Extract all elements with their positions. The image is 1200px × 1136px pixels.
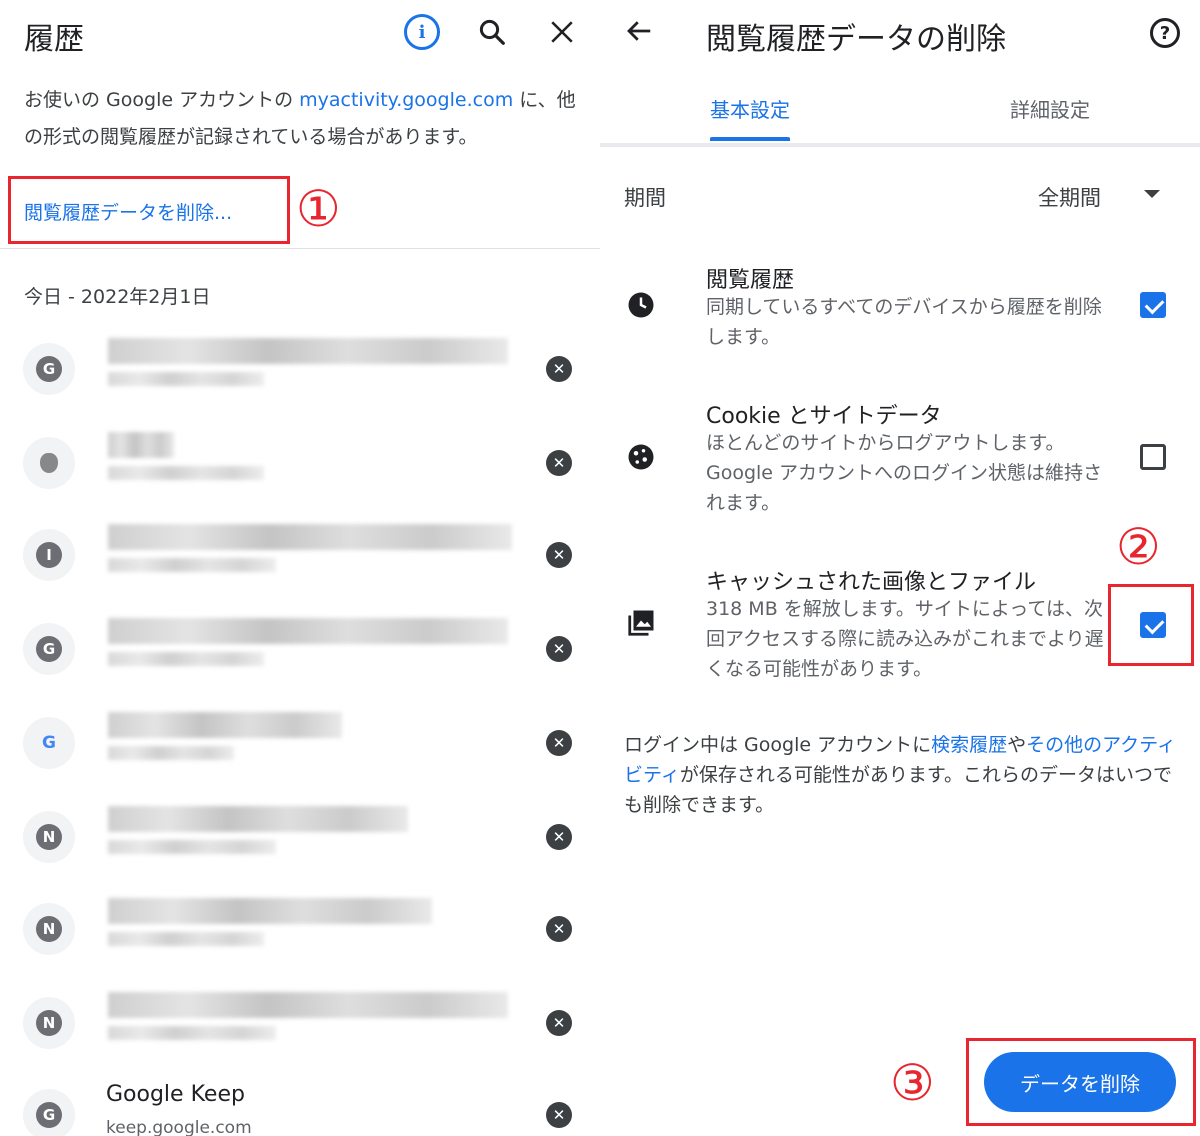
entry-title: Google Keep — [106, 1082, 245, 1107]
remove-entry-icon[interactable]: ✕ — [546, 824, 572, 850]
toolbar: i — [404, 14, 580, 50]
history-row[interactable]: N ✕ — [0, 796, 600, 876]
search-icon — [479, 19, 505, 45]
remove-entry-icon[interactable]: ✕ — [546, 356, 572, 382]
tab-basic[interactable]: 基本設定 — [710, 94, 790, 123]
blurred-title — [108, 806, 408, 832]
site-favicon: N — [23, 903, 75, 955]
blurred-title — [108, 712, 342, 738]
blurred-url — [108, 1026, 276, 1040]
info-button[interactable]: i — [404, 14, 440, 50]
close-icon — [551, 21, 573, 43]
blurred-title — [108, 432, 174, 458]
checkbox-cookies[interactable] — [1140, 444, 1166, 470]
history-row-google-keep[interactable]: G Google Keep keep.google.com ✕ — [0, 1074, 600, 1136]
myactivity-link[interactable]: myactivity.google.com — [299, 89, 513, 111]
option-desc-cache: 318 MB を解放します。サイトによっては、次回アクセスする際に読み込みがこれ… — [706, 598, 1104, 680]
annotation-box-2 — [1108, 584, 1194, 666]
blurred-url — [108, 840, 276, 854]
annotation-badge-3: ③ — [890, 1054, 935, 1112]
blurred-url — [108, 558, 276, 572]
remove-entry-icon[interactable]: ✕ — [546, 1010, 572, 1036]
blurred-url — [108, 932, 264, 946]
account-activity-note: ログイン中は Google アカウントに検索履歴やその他のアクティビティが保存さ… — [624, 734, 1177, 816]
tab-indicator — [710, 137, 790, 141]
remove-entry-icon[interactable]: ✕ — [546, 450, 572, 476]
history-row[interactable]: G ✕ — [0, 702, 600, 782]
blurred-title — [108, 524, 512, 550]
clear-browsing-data-link[interactable]: 閲覧履歴データを削除... — [24, 198, 232, 225]
search-history-link[interactable]: 検索履歴 — [931, 734, 1007, 756]
option-desc-history: 同期しているすべてのデバイスから履歴を削除します。 — [706, 296, 1102, 348]
image-icon — [624, 606, 658, 640]
clear-data-pane: 閲覧履歴データの削除 ? 基本設定 詳細設定 期間 全期間 閲覧履歴 同期してい… — [600, 0, 1200, 1136]
blurred-url — [108, 746, 234, 760]
history-row[interactable]: N ✕ — [0, 982, 600, 1062]
period-select[interactable]: 全期間 — [1038, 182, 1101, 212]
option-desc-cookies: ほとんどのサイトからログアウトします。Google アカウントへのログイン状態は… — [706, 432, 1103, 514]
remove-entry-icon[interactable]: ✕ — [546, 542, 572, 568]
remove-entry-icon[interactable]: ✕ — [546, 1102, 572, 1128]
history-pane: 履歴 i お使いの Google アカウントの myactivity.googl… — [0, 0, 600, 1136]
blurred-url — [108, 372, 264, 386]
blurred-url — [108, 652, 264, 666]
tab-advanced[interactable]: 詳細設定 — [1010, 94, 1090, 123]
blurred-title — [108, 898, 432, 924]
activity-notice: お使いの Google アカウントの myactivity.google.com… — [24, 89, 576, 148]
site-favicon: I — [23, 529, 75, 581]
history-row[interactable]: N ✕ — [0, 888, 600, 968]
annotation-badge-2: ② — [1116, 518, 1161, 576]
checkbox-history[interactable] — [1140, 292, 1166, 318]
google-icon: G — [23, 717, 75, 769]
history-row[interactable]: G ✕ — [0, 328, 600, 408]
clock-icon — [624, 288, 658, 322]
divider — [0, 248, 600, 249]
search-button[interactable] — [474, 14, 510, 50]
remove-entry-icon[interactable]: ✕ — [546, 916, 572, 942]
period-label: 期間 — [624, 186, 666, 210]
back-arrow-icon[interactable] — [624, 16, 654, 46]
delete-data-button[interactable]: データを削除 — [984, 1052, 1176, 1112]
blurred-title — [108, 992, 508, 1018]
remove-entry-icon[interactable]: ✕ — [546, 730, 572, 756]
site-favicon: G — [23, 343, 75, 395]
option-title-cache: キャッシュされた画像とファイル — [706, 570, 1037, 595]
close-button[interactable] — [544, 14, 580, 50]
blurred-title — [108, 338, 508, 364]
help-icon[interactable]: ? — [1150, 18, 1180, 48]
option-title-history: 閲覧履歴 — [706, 268, 795, 293]
divider — [600, 143, 1200, 147]
site-favicon: G — [23, 623, 75, 675]
dropdown-arrow-icon[interactable] — [1144, 190, 1160, 198]
site-favicon: G — [23, 1089, 75, 1136]
site-favicon: N — [23, 997, 75, 1049]
page-title: 履歴 — [24, 22, 84, 57]
option-title-cookies: Cookie とサイトデータ — [706, 404, 942, 429]
cookie-icon — [624, 440, 658, 474]
history-row[interactable]: I ✕ — [0, 514, 600, 594]
annotation-badge-1: ① — [296, 180, 341, 238]
remove-entry-icon[interactable]: ✕ — [546, 636, 572, 662]
history-row[interactable]: G ✕ — [0, 608, 600, 688]
info-icon: i — [404, 14, 440, 50]
blurred-url — [108, 466, 264, 480]
page-title: 閲覧履歴データの削除 — [706, 22, 1006, 57]
entry-url: keep.google.com — [106, 1118, 252, 1136]
apple-icon — [23, 437, 75, 489]
site-favicon: N — [23, 811, 75, 863]
date-header: 今日 - 2022年2月1日 — [24, 286, 211, 308]
blurred-title — [108, 618, 508, 644]
history-row[interactable]: ✕ — [0, 422, 600, 502]
